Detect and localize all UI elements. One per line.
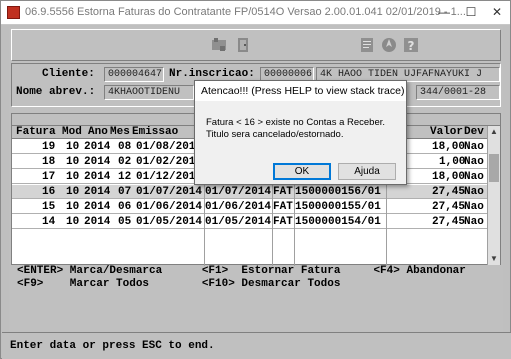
cell-valor: 27,45 — [432, 216, 466, 228]
toolbar: ? — [11, 29, 501, 61]
inscricao-label: Nr.inscricao: — [169, 68, 255, 80]
cell-vencimento: 01/06/2014 — [205, 201, 271, 213]
col-dev[interactable]: Dev — [464, 126, 484, 139]
cell-mod: 10 — [66, 156, 80, 168]
cell-emissao: 01/07/2014 — [136, 186, 203, 198]
status-message: Enter data or press ESC to end. — [10, 340, 215, 352]
col-ano[interactable]: Ano — [88, 126, 108, 139]
col-mod[interactable]: Mod — [62, 126, 82, 139]
cell-dev: Nao — [464, 186, 484, 198]
cliente-label: Cliente: — [42, 68, 95, 80]
cell-valor: 18,00 — [432, 141, 466, 153]
cell-emissao: 01/06/2014 — [136, 201, 203, 213]
ok-button[interactable]: OK — [273, 163, 331, 180]
cell-dev: Nao — [464, 156, 484, 168]
documento-field[interactable]: 344/0001-28 — [416, 85, 500, 100]
cell-mes: 06 — [118, 201, 132, 213]
svg-text:?: ? — [408, 39, 415, 53]
scroll-thumb[interactable] — [489, 154, 499, 182]
close-button[interactable]: ✕ — [490, 5, 504, 19]
cell-vencimento: 01/05/2014 — [205, 216, 271, 228]
cell-tipo: FAT — [273, 186, 293, 198]
cell-ano: 2014 — [84, 171, 111, 183]
cell-mes: 07 — [118, 186, 132, 198]
maximize-button[interactable]: ☐ — [464, 5, 478, 19]
vertical-scrollbar[interactable]: ▲ ▼ — [487, 126, 500, 265]
nome-abrev-field[interactable]: 4KHAOOTIDENU — [104, 85, 194, 100]
cell-fatura: 19 — [42, 141, 56, 153]
cell-fatura: 14 — [42, 216, 56, 228]
app-window: 06.9.5556 Estorna Faturas do Contratante… — [0, 0, 511, 359]
title-bar: 06.9.5556 Estorna Faturas do Contratante… — [1, 1, 510, 25]
navigation-icon[interactable] — [378, 34, 400, 56]
cell-fatura: 16 — [42, 186, 56, 198]
cell-mod: 10 — [66, 186, 80, 198]
cell-ano: 2014 — [84, 216, 111, 228]
nome-abrev-label: Nome abrev.: — [16, 86, 96, 98]
minimize-button[interactable]: — — [437, 5, 451, 19]
cell-fatura: 18 — [42, 156, 56, 168]
cell-valor: 1,00 — [439, 156, 466, 168]
cell-ano: 2014 — [84, 201, 111, 213]
cell-ano: 2014 — [84, 141, 111, 153]
cell-mod: 10 — [66, 216, 80, 228]
cell-mes: 12 — [118, 171, 132, 183]
table-row-selected[interactable]: 16 10 2014 07 01/07/2014 01/07/2014 FAT … — [12, 185, 488, 199]
cell-dev: Nao — [464, 216, 484, 228]
dialog-message: Fatura < 16 > existe no Contas a Receber… — [206, 117, 386, 140]
window-title: 06.9.5556 Estorna Faturas do Contratante… — [25, 6, 466, 18]
table-row[interactable]: 15 10 2014 06 01/06/2014 01/06/2014 FAT … — [12, 200, 488, 214]
cell-valor: 18,00 — [432, 171, 466, 183]
puzzle-icon[interactable] — [208, 34, 230, 56]
cell-documento: 1500000154/01 — [295, 216, 381, 228]
cell-tipo: FAT — [273, 201, 293, 213]
cell-vencimento: 01/07/2014 — [205, 186, 271, 198]
table-row[interactable]: 14 10 2014 05 01/05/2014 01/05/2014 FAT … — [12, 215, 488, 229]
cell-mod: 10 — [66, 141, 80, 153]
col-valor[interactable]: Valor — [430, 126, 463, 139]
exit-door-icon[interactable] — [232, 34, 254, 56]
cell-documento: 1500000156/01 — [295, 186, 381, 198]
function-keys-line-1: <ENTER> Marca/Desmarca <F1> Estornar Fat… — [17, 265, 466, 277]
cell-mod: 10 — [66, 201, 80, 213]
cell-emissao: 01/05/2014 — [136, 216, 203, 228]
cell-ano: 2014 — [84, 186, 111, 198]
document-icon[interactable] — [356, 34, 378, 56]
cell-fatura: 15 — [42, 201, 56, 213]
cell-ano: 2014 — [84, 156, 111, 168]
function-keys-line-2: <F9> Marcar Todos <F10> Desmarcar Todos — [17, 278, 341, 290]
cell-mes: 08 — [118, 141, 132, 153]
dialog-title: Atencao!!! (Press HELP to view stack tra… — [195, 81, 406, 101]
status-bar: Enter data or press ESC to end. — [2, 332, 511, 359]
alert-dialog: Atencao!!! (Press HELP to view stack tra… — [194, 80, 407, 185]
cell-dev: Nao — [464, 141, 484, 153]
cell-dev: Nao — [464, 201, 484, 213]
col-emissao[interactable]: Emissao — [132, 126, 178, 139]
col-mes[interactable]: Mes — [110, 126, 130, 139]
cell-tipo: FAT — [273, 216, 293, 228]
cliente-field[interactable]: 000004647 — [104, 67, 164, 82]
cell-valor: 27,45 — [432, 186, 466, 198]
col-fatura[interactable]: Fatura — [16, 126, 56, 139]
cell-mes: 05 — [118, 216, 132, 228]
cell-fatura: 17 — [42, 171, 56, 183]
scroll-up-icon[interactable]: ▲ — [488, 126, 500, 138]
app-icon — [7, 6, 20, 19]
scroll-down-icon[interactable]: ▼ — [488, 253, 500, 265]
cell-dev: Nao — [464, 171, 484, 183]
help-button[interactable]: Ajuda — [338, 163, 396, 180]
help-question-icon[interactable]: ? — [400, 34, 422, 56]
cell-documento: 1500000155/01 — [295, 201, 381, 213]
cell-mod: 10 — [66, 171, 80, 183]
cell-valor: 27,45 — [432, 201, 466, 213]
cell-mes: 02 — [118, 156, 132, 168]
